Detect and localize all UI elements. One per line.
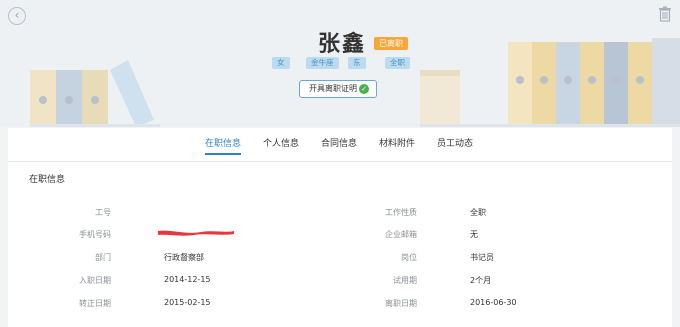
- tab-employment-info[interactable]: 在职信息: [205, 137, 242, 155]
- tab-personal-info[interactable]: 个人信息: [263, 137, 299, 155]
- issue-certificate-label: 开具离职证明: [309, 84, 357, 93]
- field-label-probation: 试用期: [393, 276, 417, 285]
- tag-work-type: 全职: [385, 57, 410, 69]
- chevron-left-icon: ‹: [14, 8, 20, 22]
- field-label-leave-date: 离职日期: [385, 299, 417, 308]
- field-label-employee-id: 工号: [95, 208, 111, 217]
- trash-icon[interactable]: [658, 6, 672, 22]
- field-label-hire-date: 入职日期: [79, 276, 111, 285]
- tag-gender: 女: [272, 57, 290, 69]
- field-value-work-type: 全职: [470, 208, 486, 217]
- profile-header: ‹ 张鑫 已离职 女 金牛座 东 全职 开具离职证明 ✓: [0, 0, 680, 127]
- field-label-department: 部门: [95, 253, 111, 262]
- field-value-probation: 2个月: [470, 276, 492, 285]
- employee-name: 张鑫: [318, 32, 367, 57]
- tab-bar: 在职信息 个人信息 合同信息 材料附件 员工动态: [8, 137, 672, 157]
- check-circle-icon: ✓: [359, 84, 369, 94]
- field-value-company-email: 无: [470, 230, 478, 239]
- redaction-mark: [158, 230, 234, 236]
- binders-illustration-right: [420, 38, 680, 127]
- tab-employee-activity[interactable]: 员工动态: [437, 137, 473, 155]
- binders-illustration-left: [30, 60, 160, 127]
- field-value-leave-date: 2016-06-30: [470, 298, 517, 307]
- tab-attachments[interactable]: 材料附件: [379, 137, 415, 155]
- field-value-position: 书记员: [470, 253, 494, 262]
- back-button[interactable]: ‹: [8, 7, 26, 25]
- tab-divider: [8, 161, 672, 162]
- issue-certificate-button[interactable]: 开具离职证明 ✓: [299, 80, 377, 98]
- field-label-work-type: 工作性质: [385, 208, 417, 217]
- field-label-company-email: 企业邮箱: [385, 230, 417, 239]
- field-label-regularization-date: 转正日期: [79, 299, 111, 308]
- field-value-hire-date: 2014-12-15: [164, 275, 211, 284]
- field-label-phone: 手机号码: [79, 230, 111, 239]
- tag-region: 东: [348, 57, 366, 69]
- field-value-department: 行政督察部: [164, 253, 204, 262]
- section-title: 在职信息: [29, 175, 66, 185]
- status-badge: 已离职: [374, 37, 408, 50]
- field-label-position: 岗位: [401, 253, 417, 262]
- tab-contract-info[interactable]: 合同信息: [321, 137, 357, 155]
- field-value-regularization-date: 2015-02-15: [164, 298, 211, 307]
- detail-panel: 在职信息 个人信息 合同信息 材料附件 员工动态 在职信息 工号 手机号码 部门…: [8, 128, 672, 327]
- tag-zodiac: 金牛座: [306, 57, 339, 69]
